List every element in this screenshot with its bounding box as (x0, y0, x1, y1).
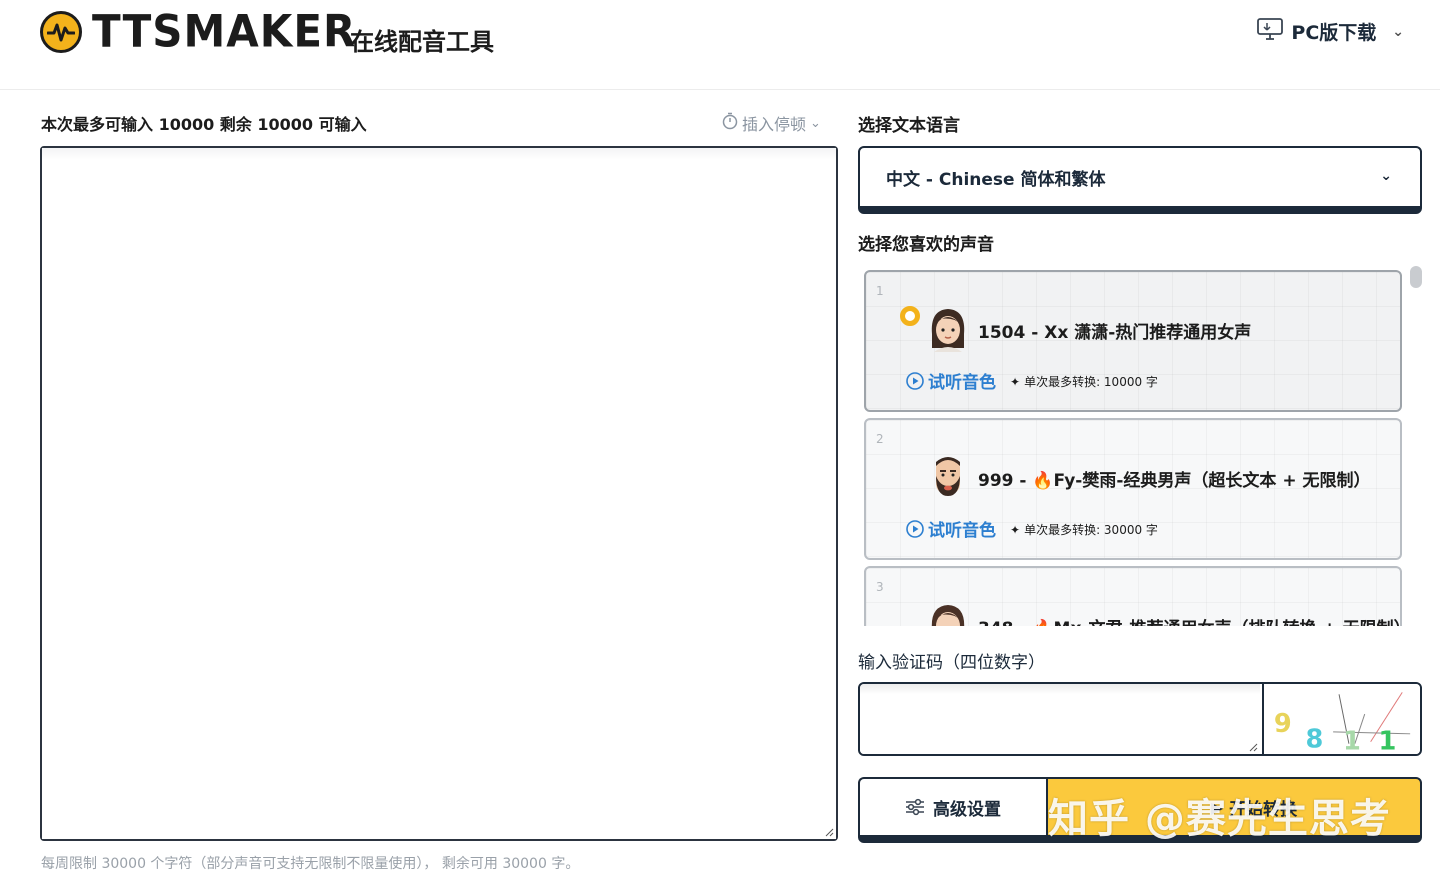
listen-button[interactable]: 试听音色 (906, 516, 996, 541)
scrollbar-thumb[interactable] (1410, 266, 1422, 288)
timer-icon (722, 112, 738, 134)
sparkle-icon: ✦ (1010, 522, 1021, 537)
pc-download-button[interactable]: PC版下载 ⌄ (1257, 18, 1404, 45)
advanced-settings-button[interactable]: 高级设置 (858, 777, 1046, 843)
monitor-icon (1257, 18, 1284, 45)
resize-handle-icon[interactable] (1248, 742, 1258, 752)
voice-list-scrollbar[interactable] (1410, 264, 1424, 626)
voice-label: 选择您喜欢的声音 (858, 235, 994, 255)
captcha-digit: 9 (1274, 709, 1292, 739)
male-avatar-icon (936, 457, 960, 496)
captcha-digit: 1 (1343, 727, 1361, 754)
voice-index: 1 (876, 284, 884, 298)
waveform-logo-icon (40, 11, 82, 53)
voice-list[interactable]: 1 1504 - Xx 潇潇-热门推荐通用女声 试听音色 ✦ 单次最多转换: 1… (858, 264, 1424, 626)
play-circle-icon (906, 519, 924, 538)
voice-limit: ✦ 单次最多转换: 10000 字 (1010, 373, 1158, 390)
resize-handle-icon[interactable] (824, 827, 834, 837)
pc-download-label: PC版下载 (1291, 22, 1377, 44)
start-convert-label: 开始转换 (1229, 799, 1298, 820)
voice-name: 1504 - Xx 潇潇-热门推荐通用女声 (978, 323, 1252, 343)
text-input[interactable] (42, 148, 836, 839)
advanced-settings-label: 高级设置 (933, 799, 1001, 820)
text-input-container (40, 146, 838, 841)
voice-index: 3 (876, 580, 884, 594)
site-header: TTSMAKER 在线配音工具 PC版下载 ⌄ (0, 0, 1440, 90)
play-circle-icon (906, 371, 924, 390)
voice-index: 2 (876, 432, 884, 446)
start-convert-button[interactable]: ▶ 开始转换 (1046, 777, 1422, 843)
language-selected-value: 中文 - Chinese 简体和繁体 (886, 169, 1106, 190)
listen-label: 试听音色 (928, 373, 996, 393)
char-limit-label: 本次最多可输入 10000 剩余 10000 可输入 (41, 115, 367, 134)
captcha-digit: 1 (1379, 727, 1397, 754)
play-icon: ▶ (1210, 797, 1224, 817)
voice-card[interactable]: 1 1504 - Xx 潇潇-热门推荐通用女声 试听音色 ✦ 单次最多转换: 1… (864, 270, 1402, 412)
listen-label: 试听音色 (928, 521, 996, 541)
tagline: 在线配音工具 (350, 28, 494, 56)
weekly-limit-note: 每周限制 30000 个字符（部分声音可支持无限制不限量使用）， 剩余可用 30… (41, 856, 580, 872)
logo-text: TTSMAKER (92, 5, 357, 58)
chevron-down-icon: ⌄ (1380, 168, 1392, 184)
voice-name: 999 - 🔥Fy-樊雨-经典男声（超长文本 + 无限制） (978, 471, 1371, 491)
voice-radio-selected[interactable] (900, 306, 920, 326)
logo[interactable]: TTSMAKER (40, 5, 357, 58)
chevron-down-icon: ⌄ (1392, 23, 1404, 40)
female-avatar-icon (931, 309, 965, 352)
chevron-down-icon: ⌄ (810, 115, 821, 131)
listen-button[interactable]: 试听音色 (906, 368, 996, 393)
captcha-digit: 8 (1305, 725, 1323, 754)
insert-pause-button[interactable]: 插入停顿 ⌄ (722, 111, 821, 135)
captcha-label: 输入验证码（四位数字） (858, 653, 1045, 673)
language-label: 选择文本语言 (858, 116, 960, 136)
language-select[interactable]: 中文 - Chinese 简体和繁体 ⌄ (858, 146, 1422, 214)
voice-limit-text: 单次最多转换: 30000 字 (1024, 523, 1158, 537)
captcha-container: 9 8 1 1 (858, 682, 1422, 756)
voice-card[interactable]: 3 348 - 🔥Mx-文君-推荐通用女声（排队转换 + 无限制） (864, 566, 1411, 626)
voice-limit: ✦ 单次最多转换: 30000 字 (1010, 521, 1158, 538)
sliders-icon (906, 798, 924, 816)
captcha-input[interactable] (860, 684, 1260, 754)
voice-card[interactable]: 2 999 - 🔥Fy-樊雨-经典男声（超长文本 + 无限制） 试听音色 ✦ 单… (864, 418, 1402, 560)
female-avatar-icon (931, 605, 965, 626)
captcha-image[interactable]: 9 8 1 1 (1262, 684, 1422, 754)
sparkle-icon: ✦ (1010, 374, 1021, 389)
voice-limit-text: 单次最多转换: 10000 字 (1024, 375, 1158, 389)
insert-pause-label: 插入停顿 (742, 115, 807, 134)
voice-name: 348 - 🔥Mx-文君-推荐通用女声（排队转换 + 无限制） (978, 614, 1411, 626)
